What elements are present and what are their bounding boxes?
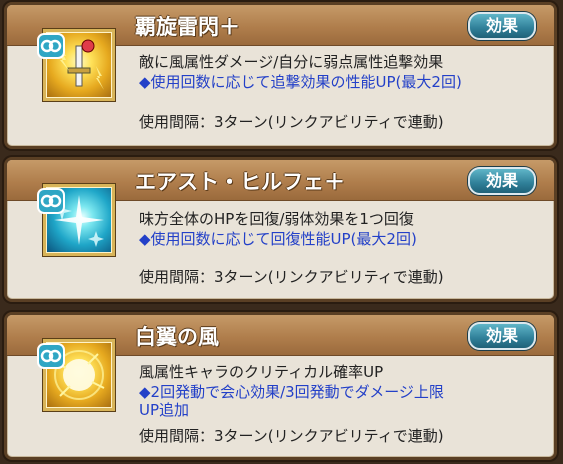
skill-desc-line: 味方全体のHPを回復/弱体効果を1つ回復 xyxy=(139,210,414,228)
effect-button[interactable]: 効果 xyxy=(468,167,536,195)
skill-card-2: エアスト・ヒルフェ＋ 効果 味方全体のHPを回復/弱体効果を1つ回復 ◆使用回数… xyxy=(4,157,557,302)
skill-cooldown-line: 使用間隔：3ターン(リンクアビリティで連動) xyxy=(139,427,444,445)
link-icon xyxy=(37,188,65,214)
effect-button[interactable]: 効果 xyxy=(468,12,536,40)
skill-bonus-line-cont: UP追加 xyxy=(139,401,190,419)
skill-list: 覇旋雷閃＋ 効果 敵に風属性ダメージ/自分に弱点属性追撃効果 ◆使用回数に応じて… xyxy=(0,0,563,464)
link-icon xyxy=(37,33,65,59)
link-icon xyxy=(37,343,65,369)
skill-title: 白翼の風 xyxy=(135,325,219,349)
effect-button[interactable]: 効果 xyxy=(468,322,536,350)
skill-desc-line: 敵に風属性ダメージ/自分に弱点属性追撃効果 xyxy=(139,53,444,71)
skill-bonus-line: ◆使用回数に応じて追撃効果の性能UP(最大2回) xyxy=(139,73,462,91)
skill-card-3: 白翼の風 効果 風属性キャラのクリティカル確率UP ◆2回発動で会心効果/3回発… xyxy=(4,312,557,460)
skill-desc-line: 風属性キャラのクリティカル確率UP xyxy=(139,363,384,381)
skill-cooldown-line: 使用間隔：3ターン(リンクアビリティで連動) xyxy=(139,268,444,286)
skill-title: 覇旋雷閃＋ xyxy=(135,15,240,39)
skill-title: エアスト・ヒルフェ＋ xyxy=(135,170,345,194)
skill-cooldown-line: 使用間隔：3ターン(リンクアビリティで連動) xyxy=(139,113,444,131)
skill-bonus-line: ◆使用回数に応じて回復性能UP(最大2回) xyxy=(139,230,417,248)
skill-card-1: 覇旋雷閃＋ 効果 敵に風属性ダメージ/自分に弱点属性追撃効果 ◆使用回数に応じて… xyxy=(4,2,557,149)
